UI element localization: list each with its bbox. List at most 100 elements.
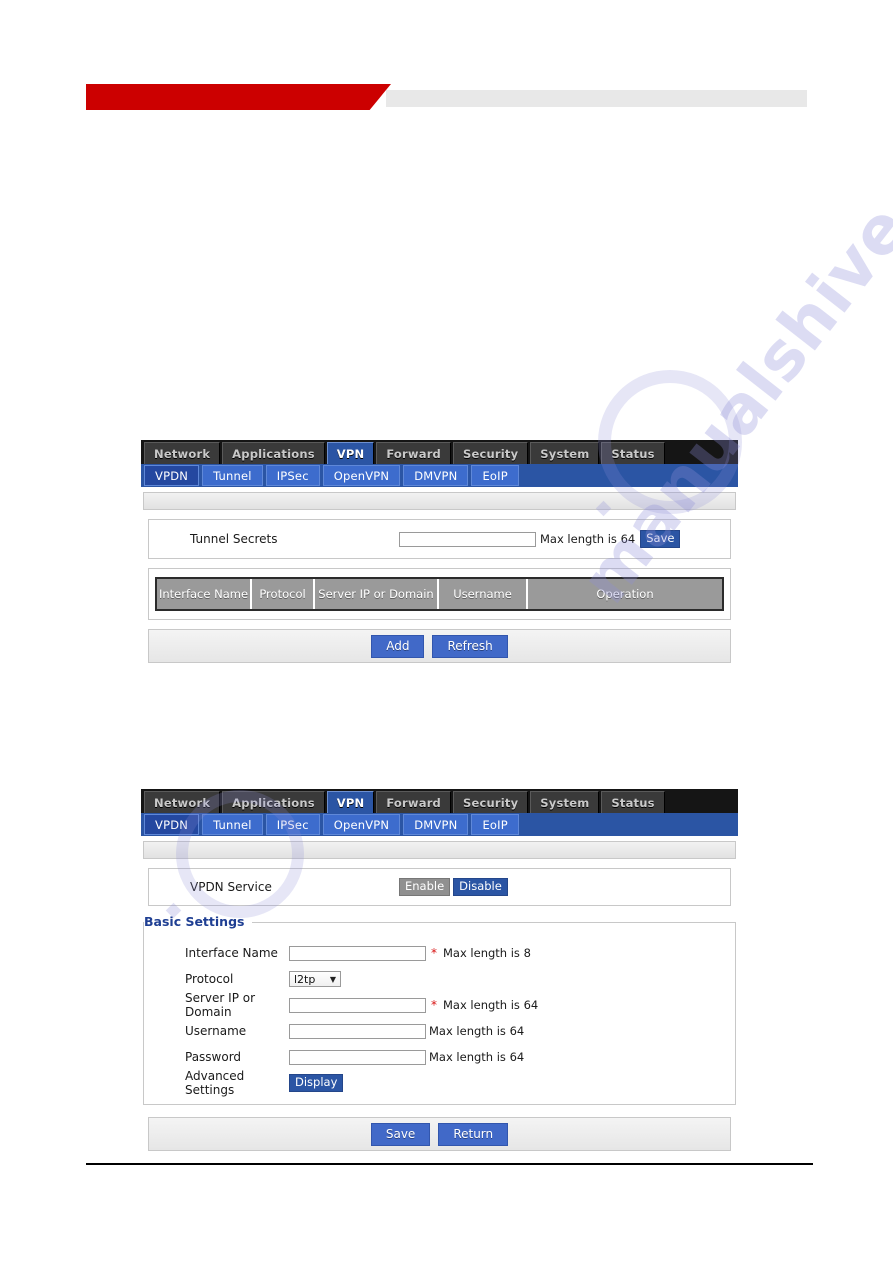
nav-tab-vpn-2[interactable]: VPN xyxy=(326,791,375,813)
nav-tab-vpn[interactable]: VPN xyxy=(326,442,375,464)
primary-nav-bar-2: Network Applications VPN Forward Securit… xyxy=(141,789,738,813)
username-input[interactable] xyxy=(289,1023,426,1039)
subnav-tab-tunnel-2[interactable]: Tunnel xyxy=(202,814,263,835)
list-action-bar: Add Refresh xyxy=(148,629,731,663)
nav-tab-security-2[interactable]: Security xyxy=(453,791,529,813)
field-hint-interface-name: Max length is 8 xyxy=(443,946,531,960)
tunnel-secrets-label: Tunnel Secrets xyxy=(190,532,278,546)
field-row-password: Password Max length is 64 xyxy=(144,1044,735,1070)
header-gray-band xyxy=(386,90,807,107)
table-header-server-ip-or-domain: Server IP or Domain xyxy=(315,579,439,609)
field-hint-password: Max length is 64 xyxy=(429,1050,525,1064)
basic-settings-legend: Basic Settings xyxy=(144,914,253,929)
nav-tab-forward[interactable]: Forward xyxy=(376,442,451,464)
disable-button[interactable]: Disable xyxy=(453,878,508,896)
subnav-tab-openvpn-2[interactable]: OpenVPN xyxy=(322,814,401,835)
subnav-tab-label: EoIP xyxy=(482,468,508,483)
password-input[interactable] xyxy=(289,1049,426,1065)
subnav-tab-vpdn-2[interactable]: VPDN xyxy=(144,814,200,835)
nav-tab-status[interactable]: Status xyxy=(601,442,665,464)
table-header-username: Username xyxy=(439,579,528,609)
table-header-operation: Operation xyxy=(528,579,722,609)
field-label-server-ip-or-domain: Server IP or Domain xyxy=(185,991,256,1019)
subnav-tab-label: OpenVPN xyxy=(333,468,390,483)
subnav-tab-label: Tunnel xyxy=(213,817,252,832)
subnav-tab-tunnel[interactable]: Tunnel xyxy=(202,465,263,486)
secondary-nav-bar-2: VPDN Tunnel IPSec OpenVPN DMVPN EoIP xyxy=(141,813,738,836)
secondary-nav-bar: VPDN Tunnel IPSec OpenVPN DMVPN EoIP xyxy=(141,464,738,487)
basic-settings-fieldset: Basic Settings Interface Name * Max leng… xyxy=(143,914,736,1105)
nav-tab-label: Security xyxy=(463,446,519,461)
nav-tab-security[interactable]: Security xyxy=(453,442,529,464)
vpdn-table-panel: Interface Name Protocol Server IP or Dom… xyxy=(148,568,731,620)
return-button[interactable]: Return xyxy=(438,1122,509,1146)
vpdn-service-panel: VPDN Service Enable Disable xyxy=(148,868,731,906)
subnav-tab-openvpn[interactable]: OpenVPN xyxy=(322,465,401,486)
footer-divider xyxy=(86,1163,813,1165)
enable-button[interactable]: Enable xyxy=(399,878,451,896)
subnav-tab-label: VPDN xyxy=(155,817,189,832)
refresh-button[interactable]: Refresh xyxy=(432,634,508,658)
subnav-tab-vpdn[interactable]: VPDN xyxy=(144,465,200,486)
panel-title-bar-2 xyxy=(143,841,736,859)
server-ip-or-domain-input[interactable] xyxy=(289,997,426,1013)
subnav-tab-label: DMVPN xyxy=(414,817,458,832)
nav-tab-label: Network xyxy=(154,795,211,810)
nav-tab-label: System xyxy=(540,446,590,461)
page-header-banner xyxy=(86,84,807,110)
subnav-tab-ipsec-2[interactable]: IPSec xyxy=(265,814,320,835)
nav-tab-system[interactable]: System xyxy=(530,442,600,464)
form-action-bar: Save Return xyxy=(148,1117,731,1151)
protocol-select[interactable]: l2tp ▼ xyxy=(289,971,341,987)
tunnel-secrets-input[interactable] xyxy=(399,531,536,547)
field-label-username: Username xyxy=(185,1024,247,1038)
nav-tab-system-2[interactable]: System xyxy=(530,791,600,813)
required-asterisk-interface-name: * xyxy=(431,946,437,960)
protocol-select-value: l2tp xyxy=(294,972,316,986)
subnav-tab-label: DMVPN xyxy=(414,468,458,483)
field-hint-server-ip-or-domain: Max length is 64 xyxy=(443,998,539,1012)
nav-tab-label: Status xyxy=(611,446,655,461)
required-asterisk-server-ip-or-domain: * xyxy=(431,998,437,1012)
advanced-settings-display-button[interactable]: Display xyxy=(289,1074,344,1092)
nav-tab-label: Forward xyxy=(386,446,441,461)
field-label-interface-name: Interface Name xyxy=(185,946,278,960)
subnav-tab-eoip-2[interactable]: EoIP xyxy=(471,814,519,835)
nav-tab-label: Applications xyxy=(232,446,315,461)
nav-tab-network-2[interactable]: Network xyxy=(144,791,221,813)
subnav-tab-dmvpn[interactable]: DMVPN xyxy=(403,465,469,486)
field-row-interface-name: Interface Name * Max length is 8 xyxy=(144,940,735,966)
subnav-tab-label: OpenVPN xyxy=(333,817,390,832)
nav-tab-network[interactable]: Network xyxy=(144,442,221,464)
field-label-password: Password xyxy=(185,1050,242,1064)
nav-tab-applications-2[interactable]: Applications xyxy=(222,791,325,813)
nav-tab-status-2[interactable]: Status xyxy=(601,791,665,813)
nav-tab-label: Status xyxy=(611,795,655,810)
subnav-tab-eoip[interactable]: EoIP xyxy=(471,465,519,486)
tunnel-secrets-save-button[interactable]: Save xyxy=(640,530,681,548)
nav-tab-label: Forward xyxy=(386,795,441,810)
subnav-tab-label: IPSec xyxy=(276,468,309,483)
save-button[interactable]: Save xyxy=(370,1122,431,1146)
nav-tab-forward-2[interactable]: Forward xyxy=(376,791,451,813)
nav-tab-label: Applications xyxy=(232,795,315,810)
tunnel-secrets-hint: Max length is 64 xyxy=(540,532,636,546)
header-red-band xyxy=(86,84,391,110)
field-label-protocol: Protocol xyxy=(185,972,234,986)
screenshot-vpdn-list: Network Applications VPN Forward Securit… xyxy=(141,440,738,663)
vpdn-service-label: VPDN Service xyxy=(190,880,272,894)
field-row-username: Username Max length is 64 xyxy=(144,1018,735,1044)
table-header-protocol: Protocol xyxy=(252,579,315,609)
nav-tab-label: VPN xyxy=(336,446,365,461)
nav-tab-label: VPN xyxy=(336,795,365,810)
subnav-tab-ipsec[interactable]: IPSec xyxy=(265,465,320,486)
field-hint-username: Max length is 64 xyxy=(429,1024,525,1038)
add-button[interactable]: Add xyxy=(371,634,425,658)
nav-tab-label: System xyxy=(540,795,590,810)
subnav-tab-dmvpn-2[interactable]: DMVPN xyxy=(403,814,469,835)
field-label-advanced-settings: Advanced Settings xyxy=(185,1069,245,1097)
interface-name-input[interactable] xyxy=(289,945,426,961)
subnav-tab-label: IPSec xyxy=(276,817,309,832)
nav-tab-applications[interactable]: Applications xyxy=(222,442,325,464)
subnav-tab-label: VPDN xyxy=(155,468,189,483)
